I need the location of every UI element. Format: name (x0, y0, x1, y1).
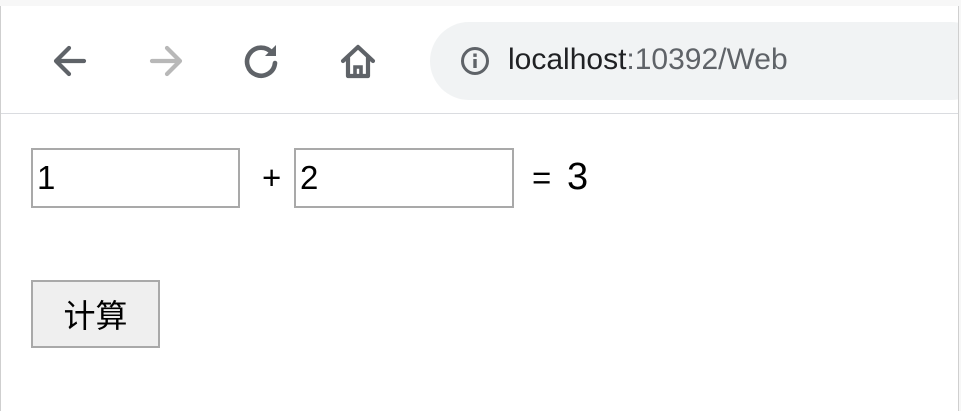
equals-sign: = (532, 159, 552, 196)
address-bar[interactable]: localhost:10392/Web (430, 22, 958, 100)
back-button[interactable] (48, 39, 92, 83)
plus-sign: + (262, 159, 282, 196)
reload-icon (244, 45, 278, 79)
info-icon[interactable] (460, 46, 490, 76)
url-host: localhost (508, 43, 627, 76)
calculate-button[interactable]: 计算 (31, 280, 160, 348)
url-path: :10392/Web (626, 43, 788, 76)
reload-button[interactable] (239, 39, 283, 83)
arrow-right-icon (149, 45, 183, 77)
result-value: 3 (567, 156, 589, 198)
home-icon (340, 44, 376, 79)
operand-a-input[interactable] (31, 148, 240, 208)
forward-button[interactable] (144, 39, 188, 83)
browser-window: localhost:10392/Web + = 3 计算 (0, 6, 959, 411)
arrow-left-icon (53, 45, 87, 77)
page-content: + = 3 计算 (1, 114, 958, 411)
home-button[interactable] (336, 39, 380, 83)
url-text: localhost:10392/Web (508, 40, 788, 80)
browser-toolbar: localhost:10392/Web (1, 6, 958, 114)
operand-b-input[interactable] (294, 148, 514, 208)
